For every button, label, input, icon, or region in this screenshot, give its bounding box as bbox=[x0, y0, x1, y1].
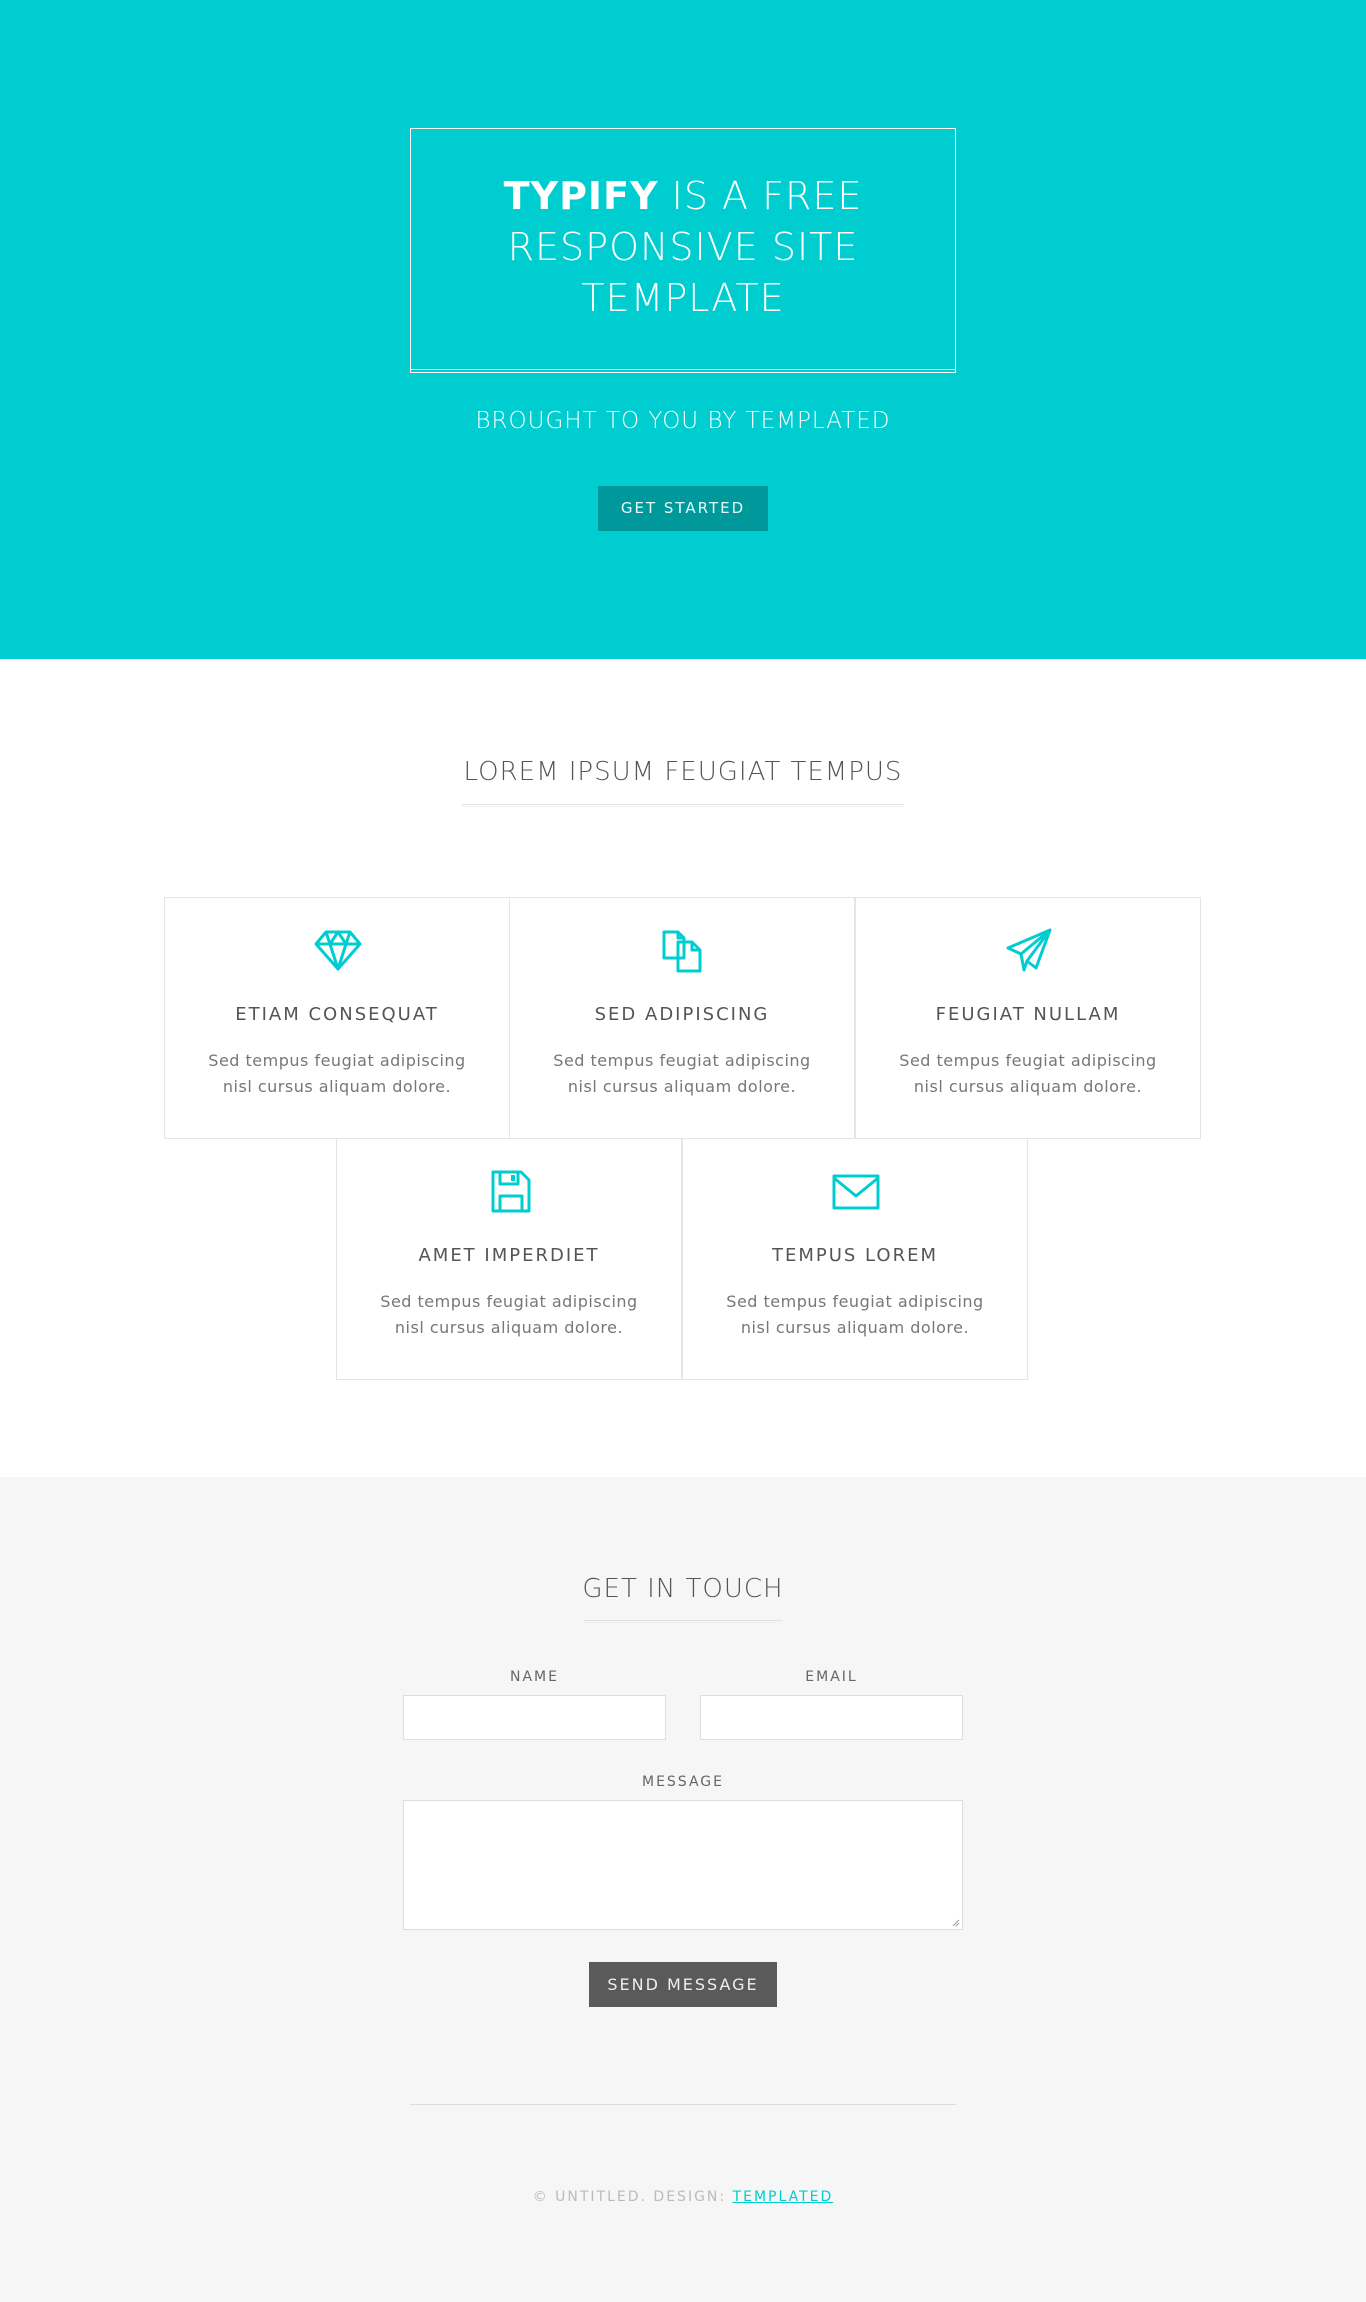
feature-text: Sed tempus feugiat adipiscing nisl cursu… bbox=[553, 1051, 811, 1096]
footer-divider bbox=[410, 2104, 956, 2105]
contact-heading: GET IN TOUCH bbox=[582, 1574, 784, 1604]
banner-title-line1: IS A FREE bbox=[658, 174, 863, 218]
name-field[interactable] bbox=[403, 1695, 666, 1740]
feature-card: SED ADIPISCING Sed tempus feugiat adipis… bbox=[509, 897, 855, 1139]
features-section: LOREM IPSUM FEUGIAT TEMPUS ETIAM CONSEQU… bbox=[0, 659, 1366, 1477]
message-label: MESSAGE bbox=[642, 1774, 724, 1790]
feature-title: FEUGIAT NULLAM bbox=[935, 1004, 1121, 1025]
templated-link[interactable]: TEMPLATED bbox=[733, 2189, 834, 2205]
envelope-icon bbox=[832, 1174, 880, 1210]
banner-title-line2: RESPONSIVE SITE bbox=[507, 225, 859, 269]
message-textarea[interactable] bbox=[403, 1800, 963, 1930]
name-label: NAME bbox=[510, 1669, 559, 1685]
banner-subtitle: BROUGHT TO YOU BY TEMPLATED bbox=[475, 408, 891, 434]
feature-card: FEUGIAT NULLAM Sed tempus feugiat adipis… bbox=[855, 897, 1201, 1139]
banner-title: TYPIFY IS A FREE RESPONSIVE SITE TEMPLAT… bbox=[411, 171, 955, 324]
feature-text: Sed tempus feugiat adipiscing nisl cursu… bbox=[726, 1292, 984, 1337]
feature-title: TEMPUS LOREM bbox=[771, 1245, 939, 1266]
feature-card: AMET IMPERDIET Sed tempus feugiat adipis… bbox=[336, 1138, 682, 1380]
diamond-icon bbox=[314, 930, 362, 971]
files-icon bbox=[662, 930, 702, 973]
paper-plane-icon bbox=[1006, 928, 1052, 972]
feature-card: ETIAM CONSEQUAT Sed tempus feugiat adipi… bbox=[164, 897, 510, 1139]
floppy-disk-icon bbox=[491, 1170, 531, 1213]
copyright-text: © UNTITLED. DESIGN: bbox=[532, 2189, 733, 2205]
contact-section: GET IN TOUCH NAME EMAIL MESSAGE SEND MES… bbox=[0, 1477, 1366, 2302]
resize-grip-icon[interactable] bbox=[952, 1919, 960, 1927]
email-label: EMAIL bbox=[805, 1669, 858, 1685]
feature-text: Sed tempus feugiat adipiscing nisl cursu… bbox=[380, 1292, 638, 1337]
copyright: © UNTITLED. DESIGN: TEMPLATED bbox=[0, 2189, 1366, 2205]
banner-title-line3: TEMPLATE bbox=[581, 276, 785, 320]
get-started-button[interactable]: GET STARTED bbox=[598, 486, 768, 531]
banner-section: TYPIFY IS A FREE RESPONSIVE SITE TEMPLAT… bbox=[0, 0, 1366, 659]
feature-text: Sed tempus feugiat adipiscing nisl cursu… bbox=[208, 1051, 466, 1096]
feature-title: ETIAM CONSEQUAT bbox=[235, 1004, 439, 1025]
feature-card: TEMPUS LOREM Sed tempus feugiat adipisci… bbox=[682, 1138, 1028, 1380]
brand-name: TYPIFY bbox=[503, 174, 659, 218]
banner-title-box: TYPIFY IS A FREE RESPONSIVE SITE TEMPLAT… bbox=[410, 128, 956, 373]
email-field[interactable] bbox=[700, 1695, 963, 1740]
feature-text: Sed tempus feugiat adipiscing nisl cursu… bbox=[899, 1051, 1157, 1096]
features-heading: LOREM IPSUM FEUGIAT TEMPUS bbox=[463, 757, 903, 787]
feature-title: SED ADIPISCING bbox=[594, 1004, 770, 1025]
send-message-button[interactable]: SEND MESSAGE bbox=[589, 1962, 777, 2007]
features-heading-underline bbox=[462, 804, 904, 807]
contact-heading-underline bbox=[584, 1620, 782, 1623]
feature-title: AMET IMPERDIET bbox=[418, 1245, 600, 1266]
